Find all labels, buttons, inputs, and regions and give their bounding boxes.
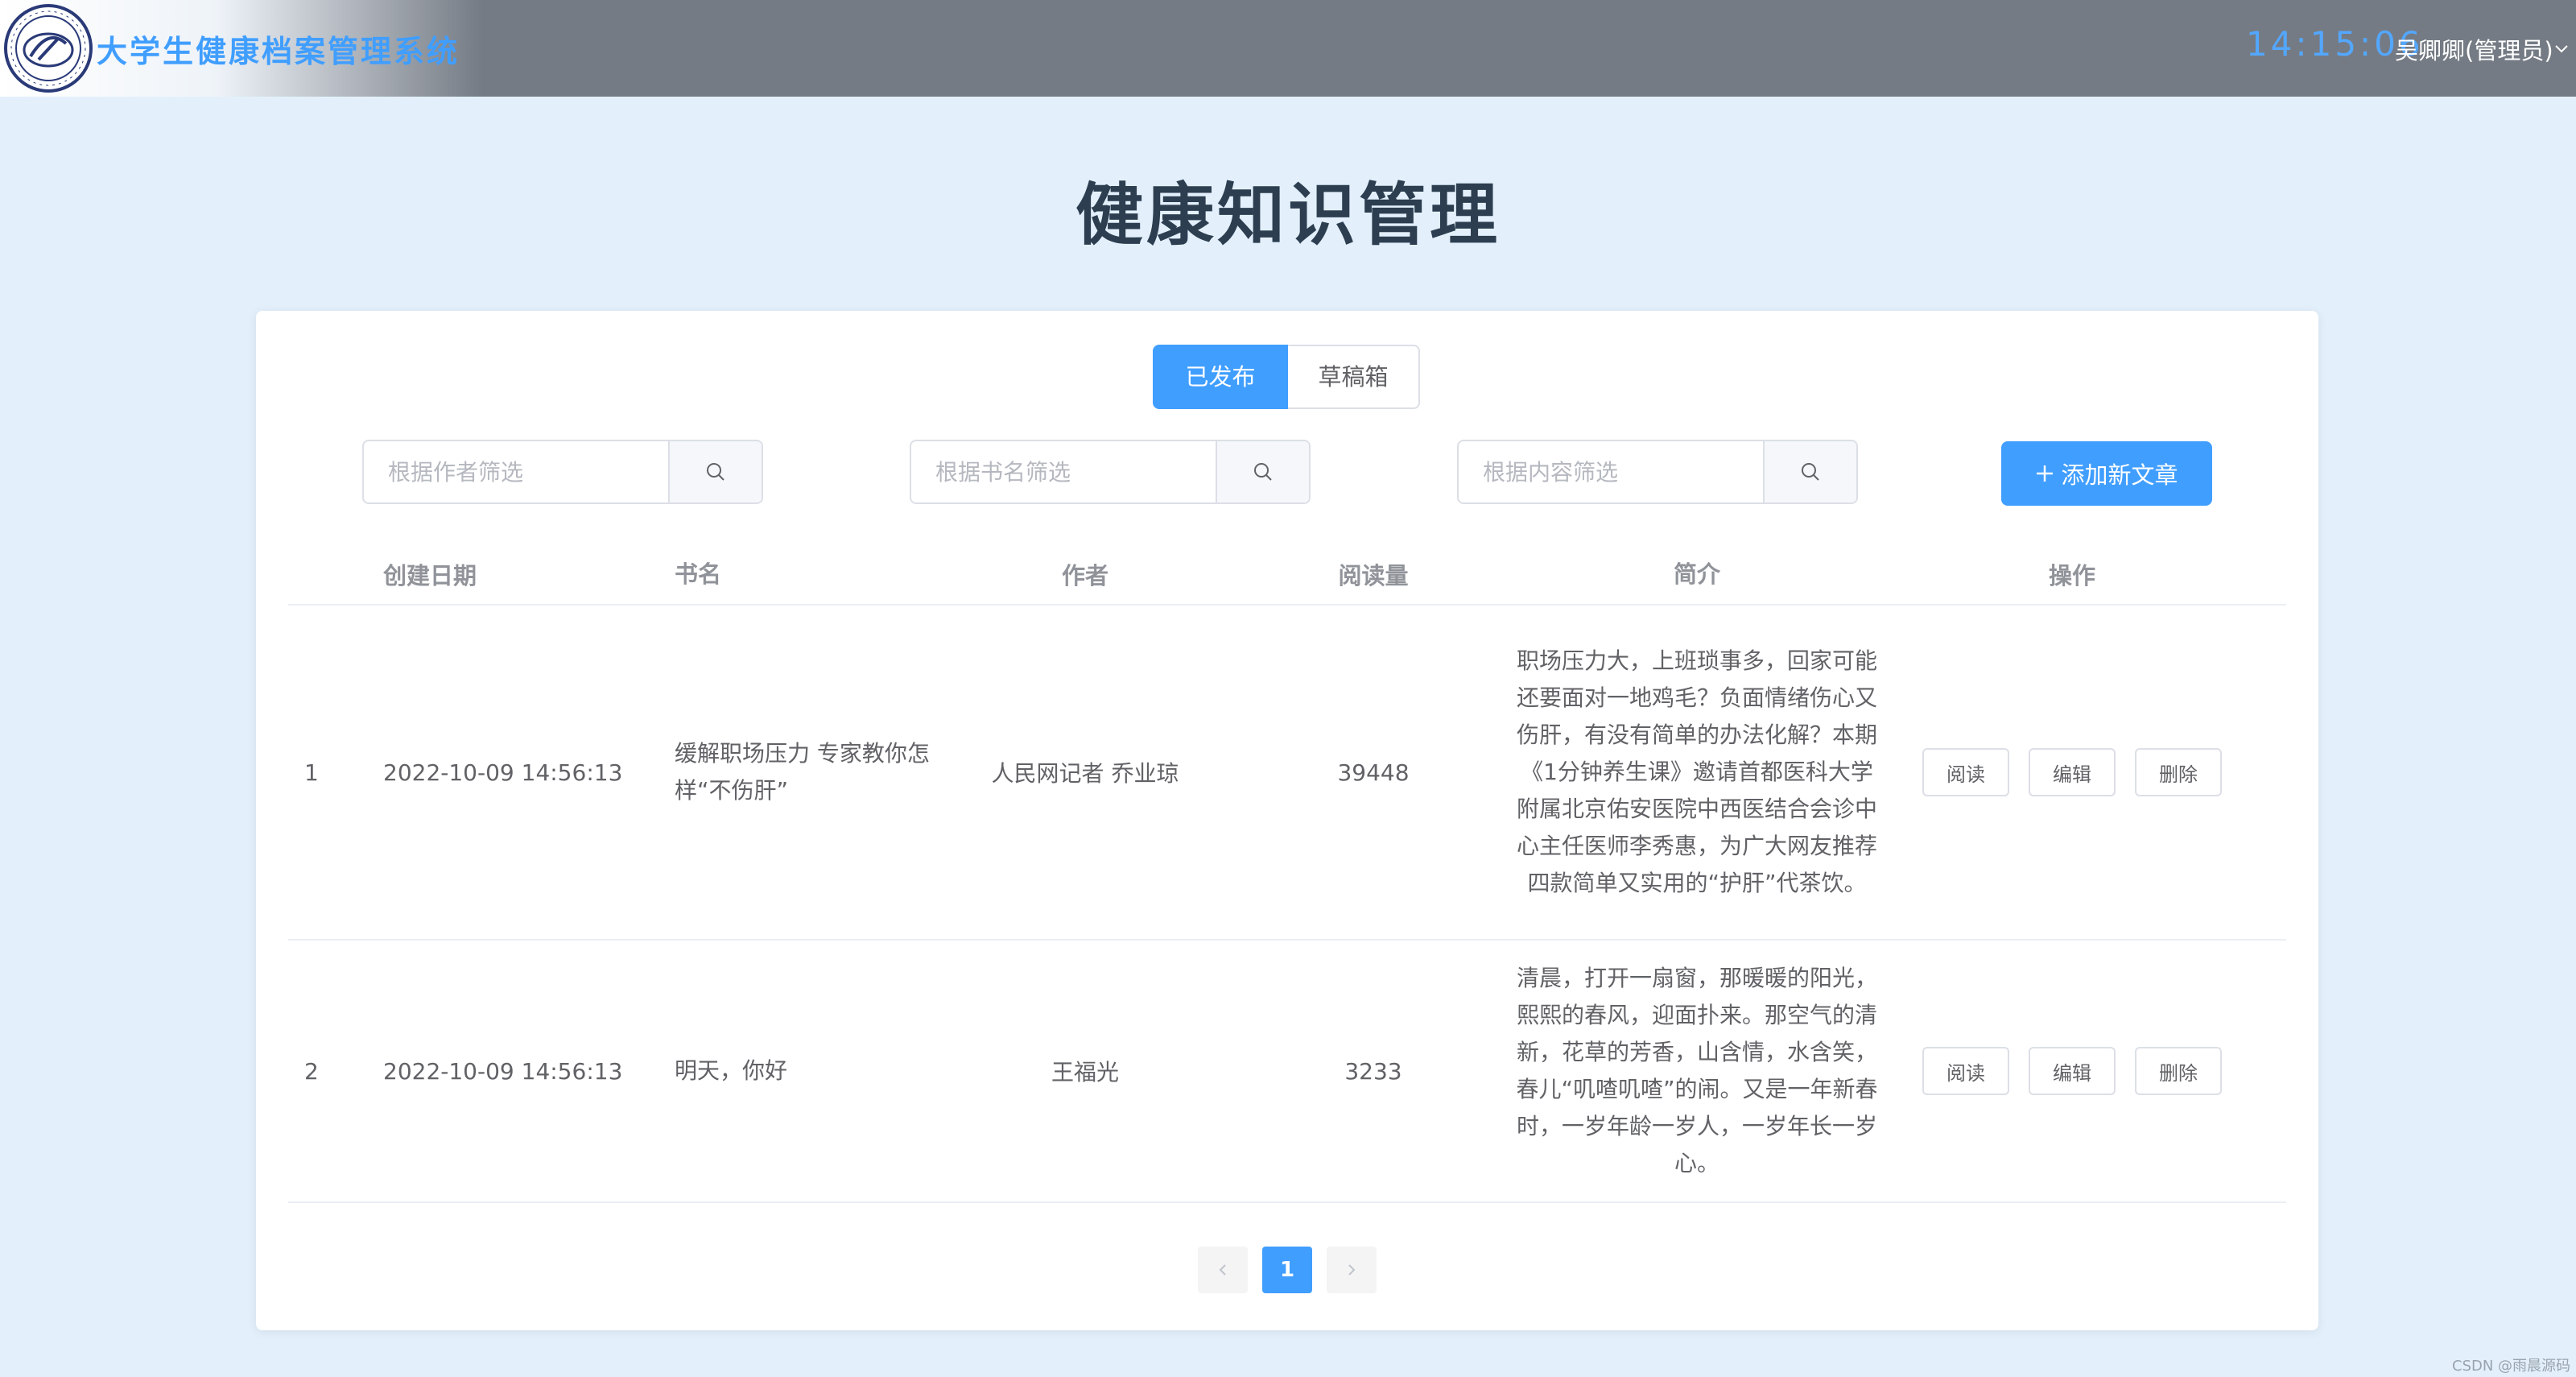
chevron-left-icon: [1219, 1264, 1226, 1276]
pagination: 1: [1198, 1247, 1377, 1293]
row-index: 1: [304, 759, 319, 786]
row-reads: 3233: [1344, 1057, 1402, 1085]
add-article-label: 添加新文章: [2061, 461, 2178, 489]
row-actions: 阅读 编辑 删除: [1901, 606, 2243, 939]
read-button[interactable]: 阅读: [1922, 748, 2009, 796]
header-ops: 操作: [2048, 562, 2095, 589]
tab-drafts[interactable]: 草稿箱: [1288, 345, 1420, 409]
tab-published[interactable]: 已发布: [1153, 345, 1288, 409]
read-button[interactable]: 阅读: [1922, 1047, 2009, 1095]
header-name: 书名: [675, 560, 722, 588]
row-author: 人民网记者 乔业琼: [991, 760, 1179, 787]
table-header: 创建日期 书名 作者 阅读量 简介 操作: [288, 544, 2286, 606]
delete-button[interactable]: 删除: [2135, 1047, 2222, 1095]
row-author: 王福光: [1051, 1059, 1119, 1085]
content-card: 已发布 草稿箱 根据作者筛选 根据书名筛选 根据内容筛选 添加新文章 创建日期 …: [256, 311, 2318, 1330]
table-row: 1 2022-10-09 14:56:13 缓解职场压力 专家教你怎样“不伤肝”…: [288, 606, 2286, 941]
plus-icon: [2037, 465, 2054, 482]
prev-page-button[interactable]: [1198, 1247, 1248, 1293]
content-filter-input[interactable]: [1459, 441, 1766, 502]
row-date: 2022-10-09 14:56:13: [383, 1057, 623, 1085]
chevron-down-icon[interactable]: [2553, 40, 2570, 56]
content-filter: [1457, 440, 1858, 504]
delete-button[interactable]: 删除: [2135, 748, 2222, 796]
brand-area: 大学生健康档案管理系统: [0, 0, 483, 97]
watermark: CSDN @雨晨源码: [2452, 1358, 2571, 1375]
add-article-button[interactable]: 添加新文章: [2001, 441, 2212, 506]
row-summary: 职场压力大，上班琐事多，回家可能还要面对一地鸡毛？负面情绪伤心又伤肝，有没有简单…: [1516, 647, 1877, 896]
row-name: 缓解职场压力 专家教你怎样“不伤肝”: [675, 740, 930, 804]
status-tabs: 已发布 草稿箱: [1153, 345, 1420, 409]
header-date: 创建日期: [383, 562, 477, 589]
row-reads: 39448: [1337, 759, 1410, 786]
author-filter: [362, 440, 763, 504]
row-summary: 清晨，打开一扇窗，那暖暖的阳光，熙熙的春风，迎面扑来。那空气的清新，花草的芳香，…: [1516, 965, 1878, 1176]
search-icon: [1254, 463, 1272, 481]
book-search-button[interactable]: [1216, 441, 1309, 502]
edit-button[interactable]: 编辑: [2029, 748, 2116, 796]
book-filter-input[interactable]: [911, 441, 1219, 502]
header-author: 作者: [1061, 562, 1108, 589]
row-name: 明天，你好: [675, 1057, 788, 1084]
table-row: 2 2022-10-09 14:56:13 明天，你好 王福光 3233 清晨，…: [288, 941, 2286, 1203]
author-search-button[interactable]: [668, 441, 762, 502]
row-index: 2: [304, 1057, 319, 1085]
app-title: 大学生健康档案管理系统: [97, 34, 460, 69]
top-bar: 大学生健康档案管理系统 14:15:06 吴卿卿(管理员): [0, 0, 2576, 97]
row-actions: 阅读 编辑 删除: [1901, 941, 2243, 1201]
page-title: 健康知识管理: [1075, 176, 1501, 254]
row-date: 2022-10-09 14:56:13: [383, 759, 623, 786]
page-number[interactable]: 1: [1262, 1247, 1312, 1293]
university-logo: [4, 4, 93, 93]
chevron-right-icon: [1348, 1264, 1356, 1276]
user-menu[interactable]: 吴卿卿(管理员): [2395, 32, 2553, 66]
book-filter: [910, 440, 1311, 504]
author-filter-input[interactable]: [364, 441, 671, 502]
header-reads: 阅读量: [1338, 562, 1409, 589]
next-page-button[interactable]: [1327, 1247, 1377, 1293]
edit-button[interactable]: 编辑: [2029, 1047, 2116, 1095]
search-icon: [1802, 463, 1819, 481]
search-icon: [707, 463, 724, 481]
content-search-button[interactable]: [1763, 441, 1856, 502]
header-summary: 简介: [1673, 560, 1720, 588]
